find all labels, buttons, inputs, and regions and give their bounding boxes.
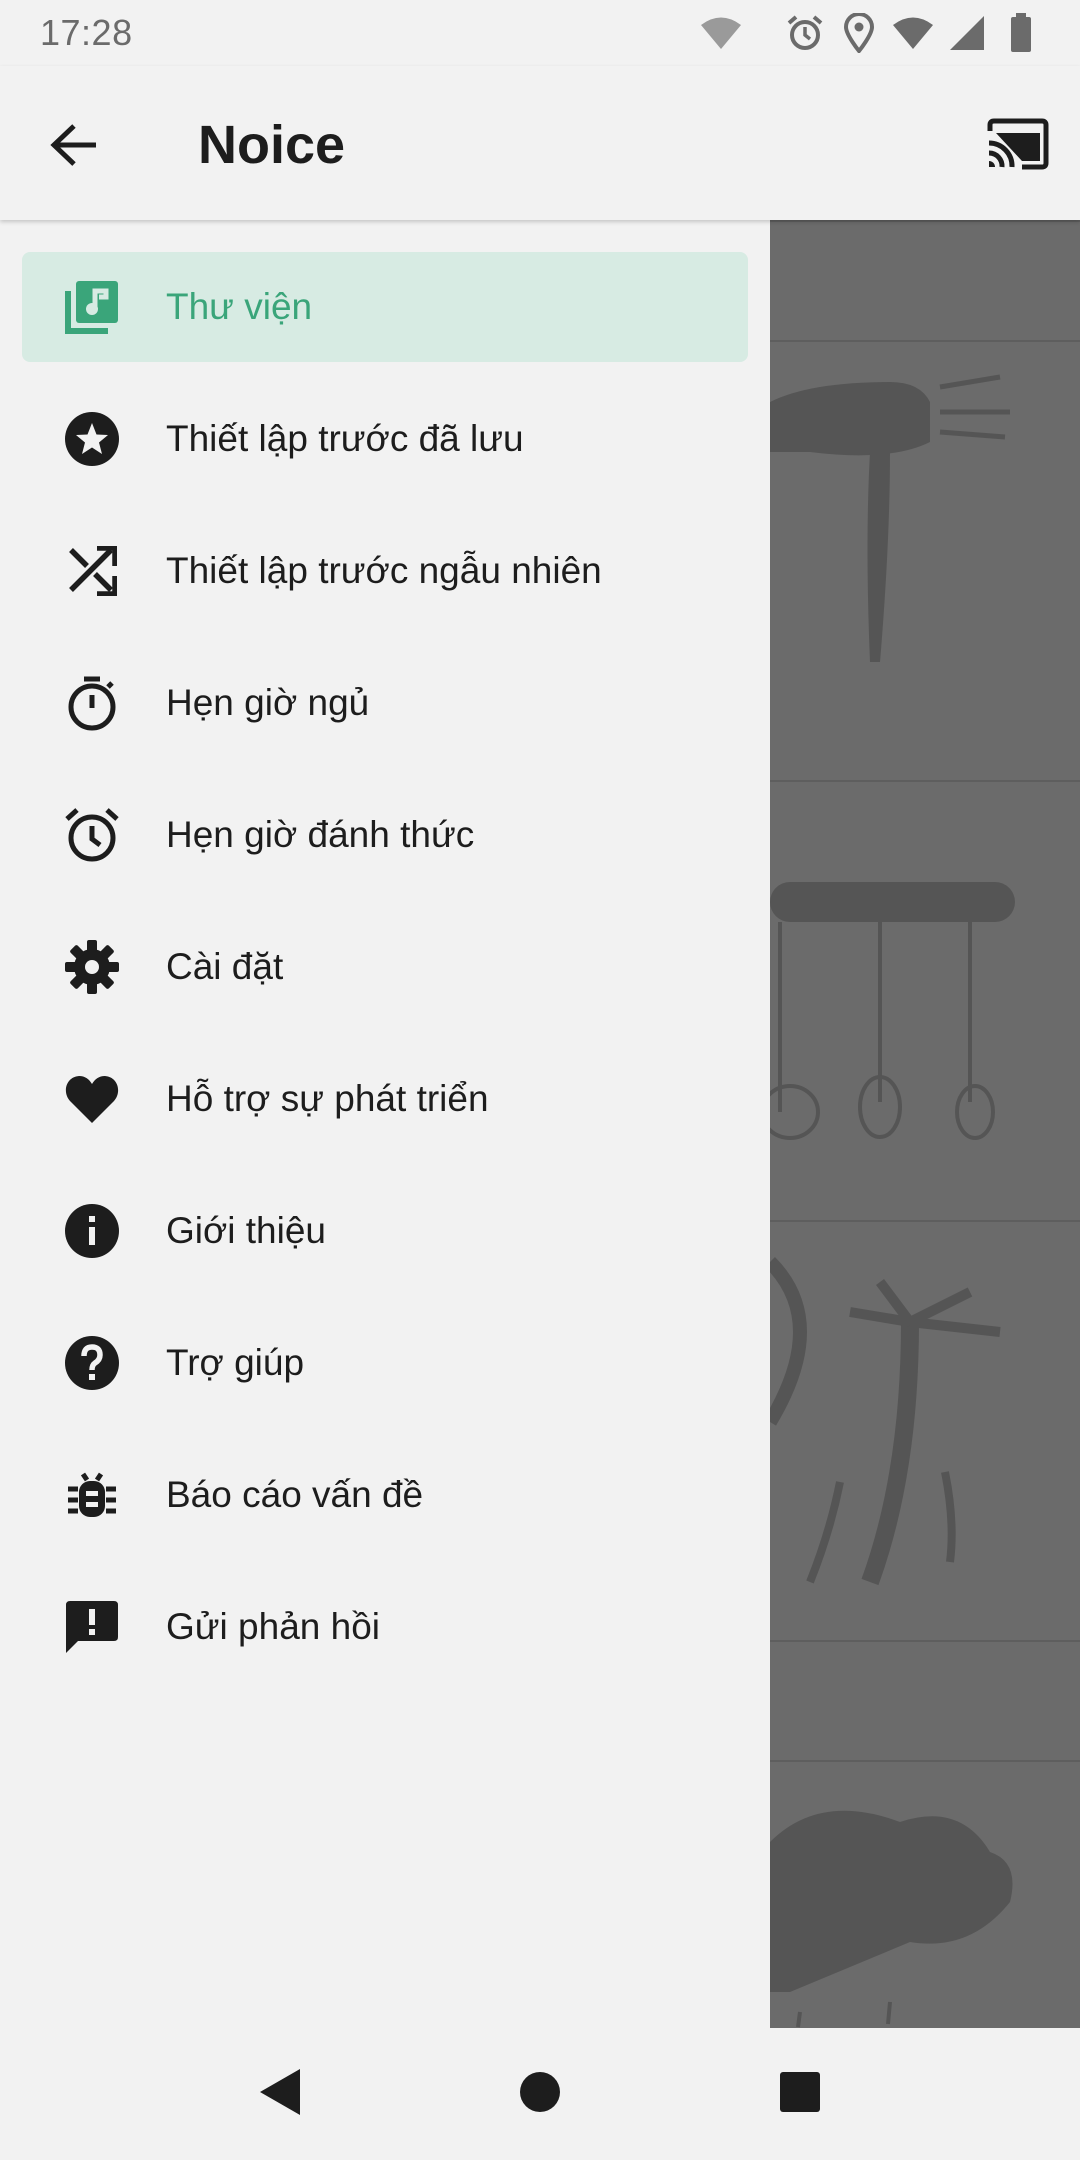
content-card-illustration [770,340,1080,780]
wifi-icon [892,12,934,54]
drawer-item-label: Thiết lập trước đã lưu [166,418,524,459]
app-bar: Noice [0,66,1080,220]
drawer-item-label: Thiết lập trước ngẫu nhiên [166,550,602,591]
star-circle-icon [62,409,122,469]
status-icons [700,12,1042,54]
drawer-item-settings[interactable]: Cài đặt [22,912,748,1022]
back-triangle-icon [258,2067,302,2122]
nav-home-button[interactable] [505,2059,575,2129]
nav-back-button[interactable] [245,2059,315,2129]
nav-recents-button[interactable] [765,2059,835,2129]
back-button[interactable] [40,112,110,182]
heart-icon [62,1069,122,1129]
gear-icon [62,937,122,997]
cast-button[interactable] [982,110,1054,182]
navigation-drawer: Thư viện Thiết lập trước đã lưu Thiết lậ… [0,220,770,2028]
arrow-back-icon [50,123,100,172]
battery-icon [1000,12,1042,54]
drawer-item-label: Cài đặt [166,946,284,987]
drawer-item-random-preset[interactable]: Thiết lập trước ngẫu nhiên [22,516,748,626]
drawer-item-label: Gửi phản hồi [166,1606,381,1647]
drawer-item-library[interactable]: Thư viện [22,252,748,362]
status-time: 17:28 [40,12,133,53]
drawer-menu: Thư viện Thiết lập trước đã lưu Thiết lậ… [0,252,770,1704]
drawer-item-label: Thư viện [166,286,313,327]
drawer-item-about[interactable]: Giới thiệu [22,1176,748,1286]
drawer-item-support-development[interactable]: Hỗ trợ sự phát triển [22,1044,748,1154]
drawer-item-label: Báo cáo vấn đề [166,1474,424,1515]
drawer-item-label: Giới thiệu [166,1210,326,1251]
timer-icon [62,673,122,733]
help-icon [62,1333,122,1393]
wifi-dim-icon [700,12,742,54]
feedback-icon [62,1597,122,1657]
bug-icon [62,1465,122,1525]
drawer-item-send-feedback[interactable]: Gửi phản hồi [22,1572,748,1682]
alarm-icon [784,12,826,54]
content-card-illustration [770,780,1080,1220]
drawer-item-label: Trợ giúp [166,1342,305,1383]
recents-square-icon [779,2071,821,2118]
drawer-item-label: Hỗ trợ sự phát triển [166,1078,489,1119]
shuffle-icon [62,541,122,601]
drawer-item-saved-presets[interactable]: Thiết lập trước đã lưu [22,384,748,494]
content-card [770,220,1080,340]
app-title: Noice [198,115,346,175]
content-card-illustration [770,1220,1080,1640]
content-card-illustration [770,1760,1080,2028]
drawer-item-sleep-timer[interactable]: Hẹn giờ ngủ [22,648,748,758]
alarm-clock-icon [62,805,122,865]
location-icon [838,12,880,54]
drawer-item-label: Hẹn giờ đánh thức [166,814,475,855]
drawer-item-label: Hẹn giờ ngủ [166,682,370,723]
home-circle-icon [519,2071,561,2118]
drawer-item-report-issue[interactable]: Báo cáo vấn đề [22,1440,748,1550]
content-card [770,1640,1080,1760]
library-music-icon [62,277,122,337]
status-bar: 17:28 [0,0,1080,66]
drawer-item-wake-up-timer[interactable]: Hẹn giờ đánh thức [22,780,748,890]
system-nav-bar [0,2028,1080,2160]
background-content [770,220,1080,2028]
signal-icon [946,12,988,54]
drawer-item-help[interactable]: Trợ giúp [22,1308,748,1418]
cast-icon [986,117,1050,176]
info-icon [62,1201,122,1261]
